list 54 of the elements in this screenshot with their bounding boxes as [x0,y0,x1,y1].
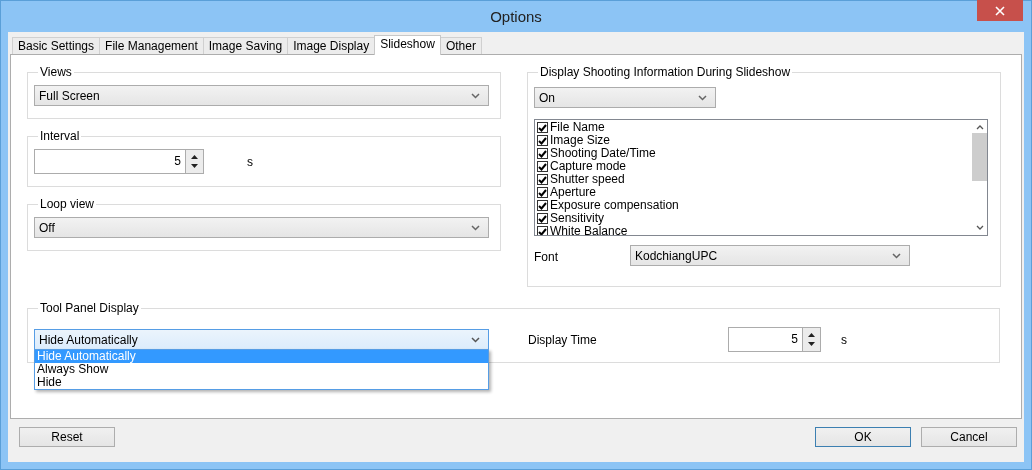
font-dropdown[interactable]: KodchiangUPC [630,245,910,266]
window-title: Options [490,8,542,25]
loop-view-dropdown[interactable]: Off [34,217,489,238]
dialog-button[interactable]: Cancel [921,427,1017,447]
group-label: Loop view [39,197,96,211]
scroll-up-icon [975,125,984,130]
shooting-info-dropdown[interactable]: On [534,87,716,108]
checkbox-label: White Balance [550,225,628,235]
font-label: Font [534,249,559,264]
tab[interactable]: Basic Settings [12,37,101,54]
chevron-icon [471,92,480,99]
checkbox[interactable] [537,135,548,146]
dropdown-option[interactable]: Hide [35,376,488,389]
checkbox[interactable] [537,161,548,172]
tab[interactable]: Image Display [287,37,376,54]
checkbox-label: Sensitivity [550,212,605,225]
tab[interactable]: Slideshow [374,35,441,55]
dialog-button[interactable]: OK [815,427,911,447]
chevron-icon [471,224,480,231]
close-icon [995,5,1005,16]
group-label: Display Shooting Information During Slideshow [539,65,792,79]
chevron-icon [698,94,707,101]
checkbox[interactable] [537,187,548,198]
tab[interactable]: Image Saving [202,37,289,54]
scroll-down-icon [975,225,984,230]
checkbox-label: Shutter speed [550,173,625,186]
views-dropdown[interactable]: Full Screen [34,85,489,106]
tab[interactable]: File Management [99,37,204,54]
checkbox-label: Aperture [550,186,597,199]
checkbox[interactable] [537,213,548,224]
dialog-button[interactable]: Reset [19,427,115,447]
chevron-icon [471,336,480,343]
tab[interactable]: Other [439,37,482,54]
checkbox-label: Image Size [550,134,611,147]
checkbox[interactable] [537,122,548,133]
checkbox-label: Shooting Date/Time [550,147,656,160]
checkbox[interactable] [537,200,548,211]
group-label: Views [39,65,73,79]
checkbox[interactable] [537,226,548,235]
group-label: Interval [39,129,81,143]
chevron-icon [892,252,901,259]
scrollbar-thumb[interactable] [972,133,987,181]
checkbox-label: File Name [550,121,605,134]
dropdown-option[interactable]: Always Show [35,363,488,376]
unit-label: s [247,154,253,169]
unit-label: s [841,332,847,347]
close-button[interactable] [977,0,1023,21]
checkbox-label: Capture mode [550,160,627,173]
checkbox[interactable] [537,174,548,185]
display-time-label: Display Time [528,332,598,347]
tool-panel-dropdown[interactable]: Hide Automatically [34,329,489,350]
group-label: Tool Panel Display [39,301,140,315]
checkbox[interactable] [537,148,548,159]
checkbox-label: Exposure compensation [550,199,679,212]
